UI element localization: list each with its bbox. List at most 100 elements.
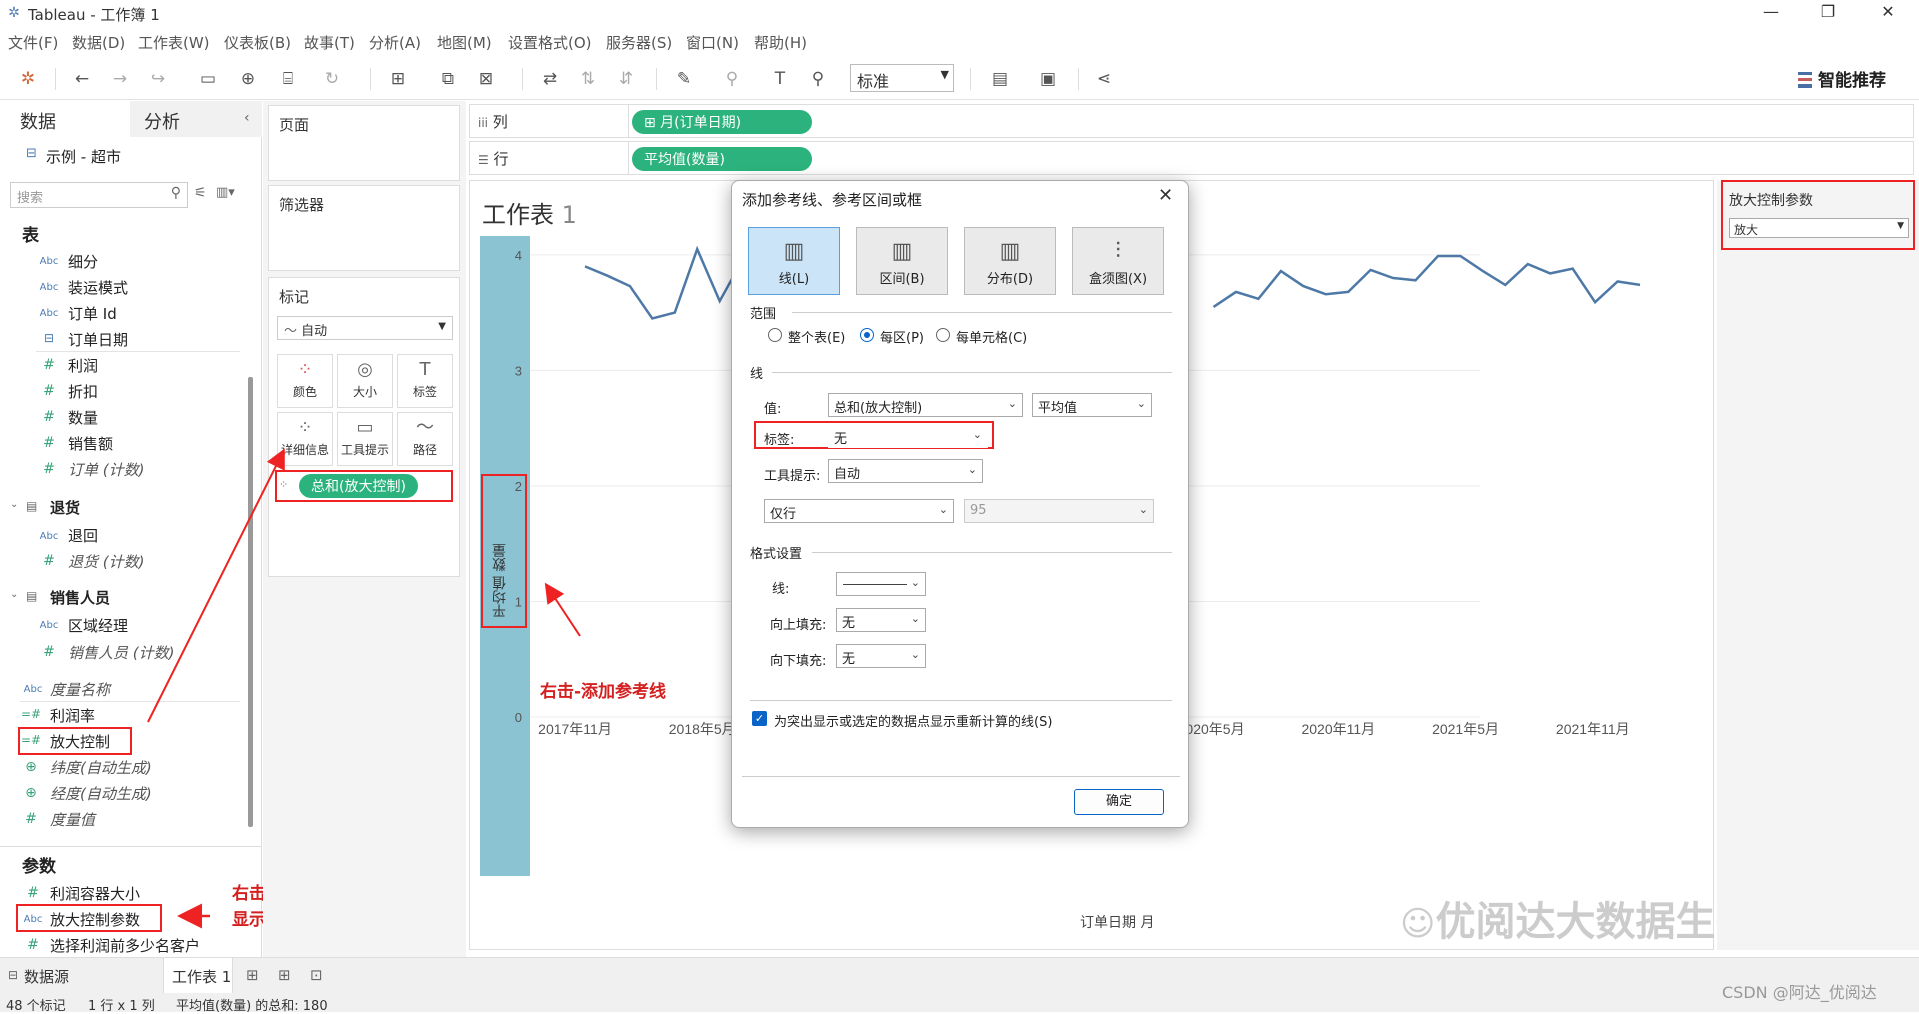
restore-icon[interactable]: ❐	[1808, 2, 1848, 26]
duplicate-icon[interactable]: ⧉	[436, 67, 460, 91]
field-people-count[interactable]: 销售人员 (计数)	[68, 642, 174, 663]
scope-pane-radio[interactable]	[860, 328, 874, 342]
redo-icon[interactable]: →	[108, 67, 132, 91]
size-button[interactable]: ◎ 大小	[337, 354, 393, 408]
menu-analysis[interactable]: 分析(A)	[369, 32, 421, 53]
highlight-icon[interactable]: ✎	[672, 67, 696, 91]
swap-rows-columns-icon[interactable]: ⇄	[538, 67, 562, 91]
new-worksheet-icon[interactable]: ⊞	[386, 67, 410, 91]
pin-axes-icon[interactable]: ⚲	[806, 67, 830, 91]
new-dashboard-icon[interactable]: ⊞	[278, 966, 291, 984]
show-cards-icon[interactable]: ▤	[988, 67, 1012, 91]
chevron-down-icon[interactable]: ⌄	[10, 499, 18, 510]
series-line-end[interactable]	[1212, 254, 1641, 308]
menu-map[interactable]: 地图(M)	[437, 32, 492, 53]
presentation-icon[interactable]: ▣	[1036, 67, 1060, 91]
rows-pill-avg-quantity[interactable]: 平均值(数量)	[632, 147, 812, 171]
recalc-checkbox[interactable]: ✓	[752, 711, 767, 726]
table-people[interactable]: 销售人员	[50, 587, 110, 608]
save-icon[interactable]: ▭	[196, 67, 220, 91]
field-quantity[interactable]: 数量	[68, 407, 98, 428]
scrollbar[interactable]	[248, 377, 253, 827]
field-ship-mode[interactable]: 装运模式	[68, 277, 128, 298]
param-profit-bin-size[interactable]: 利润容器大小	[50, 883, 140, 904]
ci-display-select[interactable]: 仅行 ⌄	[764, 499, 954, 523]
param-top-customers[interactable]: 选择利润前多少名客户	[50, 935, 200, 956]
fit-select[interactable]: 标准 ▼	[850, 64, 954, 92]
minimize-icon[interactable]: —	[1751, 2, 1791, 26]
menu-story[interactable]: 故事(T)	[304, 32, 355, 53]
close-window-icon[interactable]: ✕	[1868, 2, 1908, 26]
sort-desc-icon[interactable]: ⇵	[614, 67, 638, 91]
close-icon[interactable]: ✕	[1158, 185, 1173, 206]
new-story-icon[interactable]: ⊡	[310, 966, 323, 984]
mark-type-select[interactable]: 〜 自动 ▼	[277, 316, 453, 340]
show-labels-icon[interactable]: T	[768, 67, 792, 91]
chevron-down-icon[interactable]: ⌄	[10, 589, 18, 600]
field-returns-count[interactable]: 退货 (计数)	[68, 551, 144, 572]
table-returns[interactable]: 退货	[50, 497, 80, 518]
aggregation-select[interactable]: 平均值 ⌄	[1032, 393, 1152, 417]
field-sales[interactable]: 销售额	[68, 433, 113, 454]
undo-icon[interactable]: ←	[70, 67, 94, 91]
menu-format[interactable]: 设置格式(O)	[508, 32, 592, 53]
filter-icon[interactable]: ⚟	[194, 185, 207, 201]
search-input[interactable]: 搜索 ⚲	[10, 182, 188, 208]
field-order-id[interactable]: 订单 Id	[68, 303, 117, 324]
menu-server[interactable]: 服务器(S)	[606, 32, 672, 53]
label-select[interactable]: 无 ⌄	[828, 424, 988, 448]
menu-worksheet[interactable]: 工作表(W)	[138, 32, 210, 53]
line-format-select[interactable]: ⌄	[836, 572, 926, 596]
replay-icon[interactable]: ↪	[146, 67, 170, 91]
fill-above-select[interactable]: 无 ⌄	[836, 608, 926, 632]
menu-dashboard[interactable]: 仪表板(B)	[224, 32, 291, 53]
field-measure-names[interactable]: 度量名称	[50, 679, 110, 700]
tab-sheet1[interactable]: 工作表 1	[163, 958, 233, 994]
type-boxplot-button[interactable]: ⫶ 盒须图(X)	[1072, 227, 1164, 295]
view-options-icon[interactable]: ▥▾	[216, 185, 235, 200]
menu-data[interactable]: 数据(D)	[72, 32, 125, 53]
field-regional-manager[interactable]: 区域经理	[68, 615, 128, 636]
color-button[interactable]: ⁘ 颜色	[277, 354, 333, 408]
field-order-date[interactable]: 订单日期	[68, 329, 128, 350]
tableau-start-icon[interactable]: ✲	[16, 67, 40, 91]
columns-pill-month-order-date[interactable]: ⊞ 月(订单日期)	[632, 110, 812, 134]
parameter-select[interactable]: 放大 ▼	[1729, 218, 1909, 238]
field-segment[interactable]: 细分	[68, 251, 98, 272]
field-longitude[interactable]: 经度(自动生成)	[50, 783, 152, 804]
new-datasource-icon[interactable]: ⊕	[236, 67, 260, 91]
value-field-select[interactable]: 总和(放大控制) ⌄	[828, 393, 1023, 417]
sort-asc-icon[interactable]: ⇅	[576, 67, 600, 91]
rows-shelf[interactable]: ☰ 行 平均值(数量)	[469, 141, 1914, 175]
menu-file[interactable]: 文件(F)	[8, 32, 58, 53]
field-measure-values[interactable]: 度量值	[50, 809, 95, 830]
clear-sheet-icon[interactable]: ⊠	[474, 67, 498, 91]
field-profit-ratio[interactable]: 利润率	[50, 705, 95, 726]
type-line-button[interactable]: ▥ 线(L)	[748, 227, 840, 295]
share-icon[interactable]: ⋖	[1092, 67, 1116, 91]
type-band-button[interactable]: ▥ 区间(B)	[856, 227, 948, 295]
refresh-icon[interactable]: ↻	[320, 67, 344, 91]
datasource-name[interactable]: 示例 - 超市	[46, 146, 121, 167]
new-worksheet-icon[interactable]: ⊞	[246, 966, 259, 984]
tooltip-button[interactable]: ▭ 工具提示	[337, 412, 393, 466]
menu-window[interactable]: 窗口(N)	[686, 32, 739, 53]
scope-cell-radio[interactable]	[936, 328, 950, 342]
tab-datasource[interactable]: 数据源	[24, 966, 69, 987]
ok-button[interactable]: 确定	[1074, 789, 1164, 815]
collapse-pane-icon[interactable]: ‹	[244, 110, 250, 126]
type-distribution-button[interactable]: ▥ 分布(D)	[964, 227, 1056, 295]
ci-value-select[interactable]: 95 ⌄	[964, 499, 1154, 523]
group-icon[interactable]: ⚲	[720, 67, 744, 91]
tooltip-select[interactable]: 自动 ⌄	[828, 459, 983, 483]
field-discount[interactable]: 折扣	[68, 381, 98, 402]
label-button[interactable]: T 标签	[397, 354, 453, 408]
scope-table-radio[interactable]	[768, 328, 782, 342]
field-returned[interactable]: 退回	[68, 525, 98, 546]
pages-card[interactable]: 页面	[268, 105, 460, 181]
filters-card[interactable]: 筛选器	[268, 185, 460, 271]
columns-shelf[interactable]: iii 列 ⊞ 月(订单日期)	[469, 104, 1914, 138]
field-profit[interactable]: 利润	[68, 355, 98, 376]
fill-below-select[interactable]: 无 ⌄	[836, 644, 926, 668]
show-me-button[interactable]: 智能推荐	[1798, 66, 1886, 91]
